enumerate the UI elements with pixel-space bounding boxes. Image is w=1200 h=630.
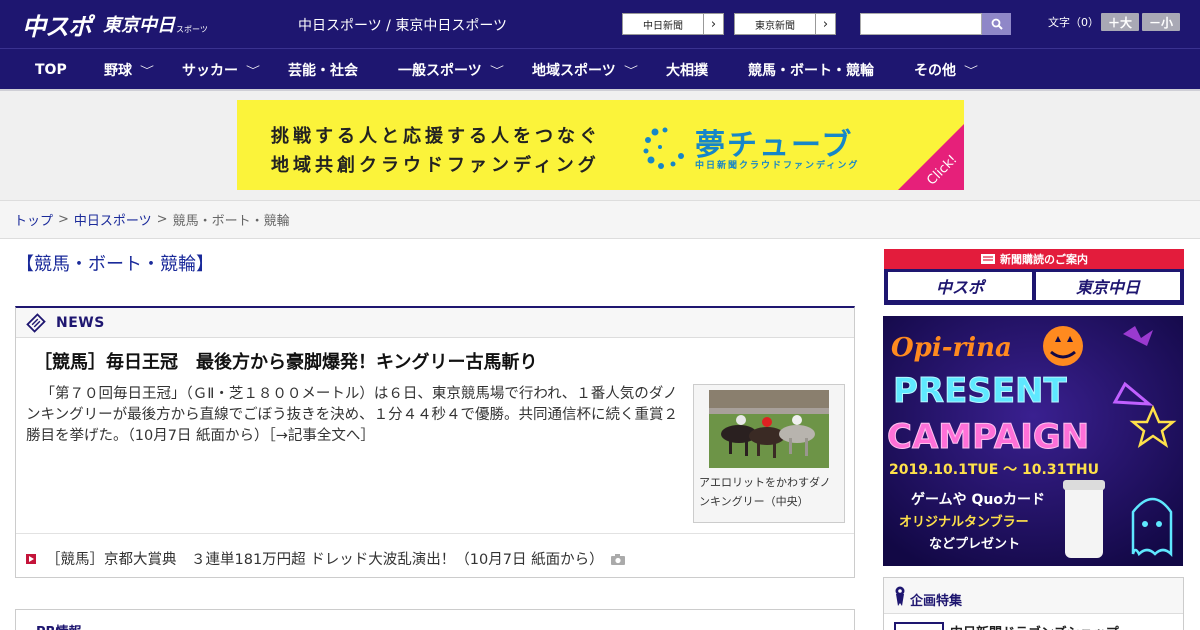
site-header: 中スポ 東京中日 スポーツ 中日スポーツ / 東京中日スポーツ 中日新聞 › 東… [0,0,1200,48]
nav-item-label: 芸能・社会 [288,62,358,79]
newspaper-icon [981,254,995,264]
article-body[interactable]: 「第７０回毎日王冠」（ＧⅡ・芝１８００メートル）は６日、東京競馬場で行われ、１番… [26,384,686,447]
nav-item-label: 一般スポーツ [398,62,482,79]
pr-title: PR情報 [36,621,82,630]
breadcrumb-top[interactable]: トップ [14,210,53,229]
news-title: NEWS [56,315,105,331]
nav-item-entertainment[interactable]: 芸能・社会 [288,49,358,90]
breadcrumb-separator: > [58,212,69,227]
main-nav: TOP 野球 ﹀ サッカー ﹀ 芸能・社会 一般スポーツ ﹀ 地域スポーツ ﹀ 大相撲 … [0,48,1200,89]
page-title: 【競馬・ボート・競輪】 [16,254,214,275]
horse-race-photo [709,390,829,468]
news-section: NEWS ［競馬］毎日王冠 最後方から豪脚爆発！キングリー古馬斬り 「第７０回毎… [15,306,855,578]
news-divider [16,533,854,534]
search-button[interactable] [982,13,1011,35]
nav-item-top[interactable]: TOP [35,49,67,90]
nav-item-label: サッカー [182,62,238,79]
breadcrumb-chuspo[interactable]: 中日スポーツ [74,210,152,229]
chevron-right-icon: › [815,14,835,34]
campaign-brand: Opi-rina [891,333,1012,363]
breadcrumb: トップ > 中日スポーツ > 競馬・ボート・競輪 [0,201,1200,239]
logo-chuspo: 中スポ [22,12,92,41]
camera-icon [610,553,625,565]
banner-line-2: 地域共創クラウドファンディング [271,155,600,176]
dragons-shop-thumbnail [894,622,944,630]
search-icon [991,18,1003,30]
nav-item-label: 大相撲 [666,62,708,79]
campaign-dates: 2019.10.1TUE 〜 10.31THU [889,462,1099,478]
feature-item-label: 中日新聞ドラゴンズショップ [950,622,1119,630]
breadcrumb-current: 競馬・ボート・競輪 [172,214,290,229]
pr-section: PR情報 [15,609,855,630]
subscription-head-label: 新聞購読のご案内 [1000,253,1088,266]
chevron-down-icon: ﹀ [623,66,638,77]
chevron-right-icon: › [703,14,723,34]
paper-link-label: 中日新聞 [643,20,683,32]
chevron-down-icon: ﹀ [964,66,978,77]
nav-item-sumo[interactable]: 大相撲 [666,49,708,90]
site-logo[interactable]: 中スポ 東京中日 スポーツ [22,8,208,41]
list-item[interactable]: ［競馬］京都大賞典 ３連単181万円超 ドレッド大波乱演出！（10月7日 紙面か… [26,548,626,569]
banner-region: 挑戦する人と応援する人をつなぐ 地域共創クラウドファンディング 夢チューブ 中日… [0,91,1200,201]
breadcrumb-separator: > [156,212,168,227]
campaign-prizes-2: オリジナルタンブラー [899,514,1029,530]
paper-link-label: 東京新聞 [755,20,795,32]
feature-icon [895,586,905,606]
banner-line-1: 挑戦する人と応援する人をつなぐ [271,126,601,147]
logo-sports: スポーツ [176,24,208,34]
font-larger-button[interactable]: ＋大 [1101,13,1139,31]
subscription-box: 新聞購読のご案内 中スポ 東京中日 [884,249,1184,305]
newspaper-icon [26,313,46,333]
nav-item-label: 地域スポーツ [532,62,616,79]
search-input[interactable] [860,13,982,35]
campaign-line-1: PRESENT [893,371,1067,411]
chunichi-shimbun-link[interactable]: 中日新聞 › [622,13,724,35]
chevron-down-icon: ﹀ [140,66,154,77]
banner-brand-sub: 中日新聞クラウドファンディング [695,161,860,171]
site-name[interactable]: 中日スポーツ / 東京中日スポーツ [298,15,507,35]
nav-item-label: TOP [35,61,67,78]
feature-title: 企画特集 [910,594,963,609]
subscription-head: 新聞購読のご案内 [884,249,1184,269]
list-item-text: ［競馬］京都大賞典 ３連単181万円超 ドレッド大波乱演出！（10月7日 紙面か… [46,552,604,568]
subscribe-chuspo-button[interactable]: 中スポ [888,272,1032,300]
bullet-icon [26,553,36,564]
nav-item-label: 野球 [104,62,132,79]
crowdfunding-banner[interactable]: 挑戦する人と応援する人をつなぐ 地域共創クラウドファンディング 夢チューブ 中日… [237,100,964,190]
campaign-art: Opi-rina PRESENT CAMPAIGN 2019.10.1TUE 〜… [883,316,1183,566]
nav-item-local-sports[interactable]: 地域スポーツ ﹀ [532,49,638,90]
campaign-line-2: CAMPAIGN [887,417,1089,457]
nav-item-label: 競馬・ボート・競輪 [748,62,874,79]
nav-item-label: その他 [914,62,956,79]
photo-caption: アエロリットをかわすダノンキングリー（中央） [699,476,831,508]
feature-section: 企画特集 中日新聞ドラゴンズショップ [883,577,1184,630]
nav-item-general-sports[interactable]: 一般スポーツ ﹀ [398,49,504,90]
font-smaller-button[interactable]: －小 [1142,13,1180,31]
chevron-down-icon: ﹀ [246,66,260,77]
nav-item-soccer[interactable]: サッカー ﹀ [182,49,260,90]
campaign-prizes-1: ゲームや Quoカード [911,491,1045,508]
campaign-banner[interactable]: Opi-rina PRESENT CAMPAIGN 2019.10.1TUE 〜… [883,316,1183,566]
subscribe-tokyo-chunichi-button[interactable]: 東京中日 [1036,272,1180,300]
dots-logo-icon [643,127,684,169]
campaign-prizes-3: などプレゼント [929,536,1020,552]
article-photo[interactable]: アエロリットをかわすダノンキングリー（中央） [693,384,845,523]
click-ribbon: Click! [898,124,964,190]
article-headline[interactable]: ［競馬］毎日王冠 最後方から豪脚爆発！キングリー古馬斬り [34,348,537,374]
font-size-label: 文字（0） [1048,16,1099,29]
tokyo-shimbun-link[interactable]: 東京新聞 › [734,13,836,35]
feature-row[interactable]: 中日新聞ドラゴンズショップ [884,613,1183,630]
nav-item-baseball[interactable]: 野球 ﹀ [104,49,154,90]
nav-item-racing[interactable]: 競馬・ボート・競輪 [748,49,874,90]
nav-item-other[interactable]: その他 ﹀ [914,49,978,90]
logo-tokyo-chunichi: 東京中日 [103,15,175,36]
news-header: NEWS [16,308,854,338]
chevron-down-icon: ﹀ [489,66,504,77]
